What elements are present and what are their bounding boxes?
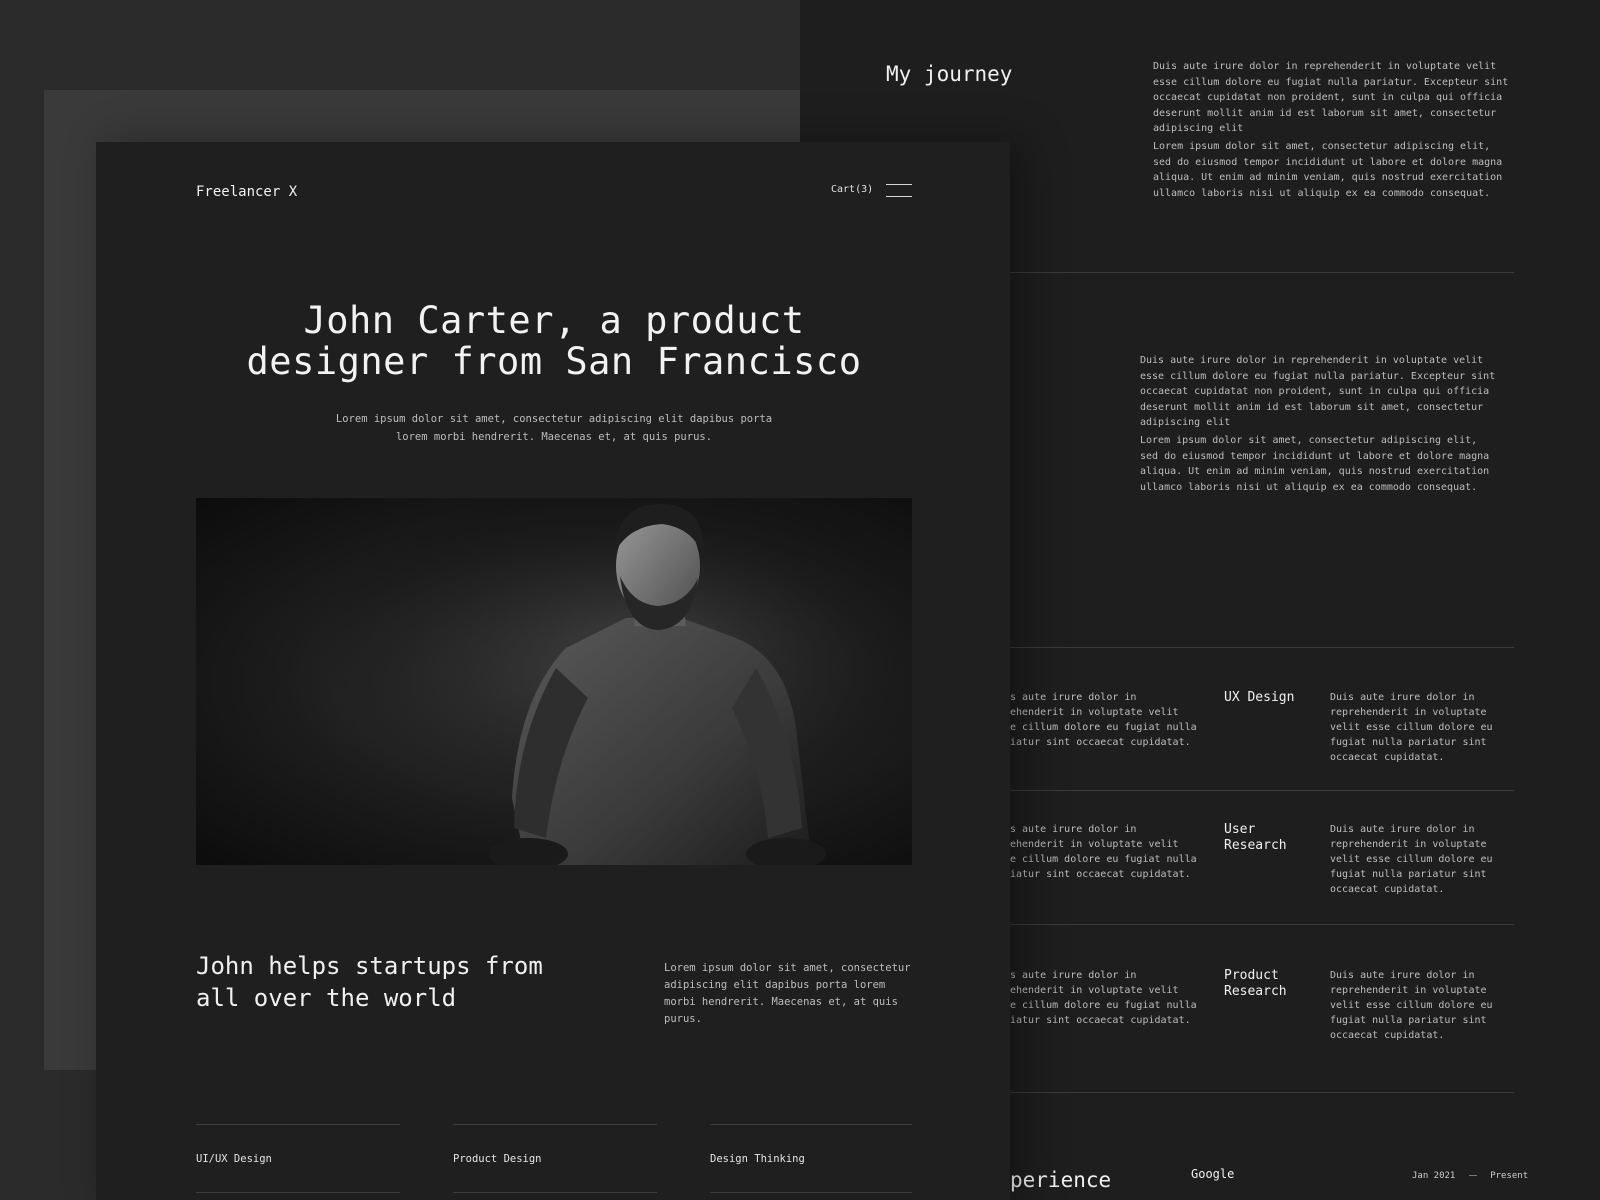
skill-divider bbox=[710, 1124, 912, 1125]
hero-title: John Carter, a product designer from San… bbox=[196, 300, 912, 382]
experience-dates: Jan 2021 Present bbox=[1412, 1171, 1528, 1181]
service-left-text: s aute irure dolor in ehenderit in volup… bbox=[1010, 822, 1197, 882]
skill-divider bbox=[710, 1192, 912, 1193]
cart-link[interactable]: Cart(3) bbox=[831, 184, 873, 195]
service-description: Duis aute irure dolor in reprehenderit i… bbox=[1330, 822, 1512, 897]
divider bbox=[1010, 790, 1514, 791]
experience-company: Google bbox=[1191, 1167, 1234, 1181]
service-left-text: s aute irure dolor in ehenderit in volup… bbox=[1010, 968, 1197, 1028]
journey-paragraph-1: Duis aute irure dolor in reprehenderit i… bbox=[1153, 59, 1509, 137]
section-title: John helps startups from all over the wo… bbox=[196, 950, 576, 1014]
service-left-text: s aute irure dolor in ehenderit in volup… bbox=[1010, 690, 1197, 750]
journey-paragraph-2: Lorem ipsum dolor sit amet, consectetur … bbox=[1153, 139, 1509, 201]
experience-heading: perience bbox=[1010, 1168, 1111, 1192]
service-description: Duis aute irure dolor in reprehenderit i… bbox=[1330, 690, 1512, 765]
portrait-photo bbox=[196, 498, 912, 865]
skill-divider bbox=[453, 1124, 657, 1125]
journey-title: My journey bbox=[886, 62, 1012, 86]
skill-divider bbox=[453, 1192, 657, 1193]
service-title: User Research bbox=[1224, 822, 1304, 854]
mid-paragraph-2: Lorem ipsum dolor sit amet, consectetur … bbox=[1140, 433, 1496, 495]
portrait-illustration bbox=[196, 498, 912, 865]
skill-item[interactable]: Product Design bbox=[453, 1153, 542, 1165]
divider bbox=[1010, 1092, 1514, 1093]
hamburger-menu-icon[interactable] bbox=[886, 184, 912, 198]
service-title: UX Design bbox=[1224, 690, 1314, 706]
skill-divider bbox=[196, 1124, 400, 1125]
date-separator bbox=[1469, 1175, 1477, 1176]
divider bbox=[1010, 647, 1514, 648]
section-text: Lorem ipsum dolor sit amet, consectetur … bbox=[664, 960, 914, 1028]
skill-item[interactable]: UI/UX Design bbox=[196, 1153, 272, 1165]
service-title: Product Research bbox=[1224, 968, 1304, 1000]
mid-paragraph-1: Duis aute irure dolor in reprehenderit i… bbox=[1140, 353, 1496, 431]
divider bbox=[1010, 272, 1514, 273]
experience-end: Present bbox=[1490, 1171, 1528, 1181]
service-description: Duis aute irure dolor in reprehenderit i… bbox=[1330, 968, 1512, 1043]
front-page: Freelancer X Cart(3) John Carter, a prod… bbox=[96, 142, 1010, 1200]
skill-item[interactable]: Design Thinking bbox=[710, 1153, 805, 1165]
divider bbox=[1010, 924, 1514, 925]
hero-subtitle: Lorem ipsum dolor sit amet, consectetur … bbox=[326, 410, 782, 446]
skill-divider bbox=[196, 1192, 400, 1193]
experience-start: Jan 2021 bbox=[1412, 1171, 1455, 1181]
logo[interactable]: Freelancer X bbox=[196, 184, 297, 200]
